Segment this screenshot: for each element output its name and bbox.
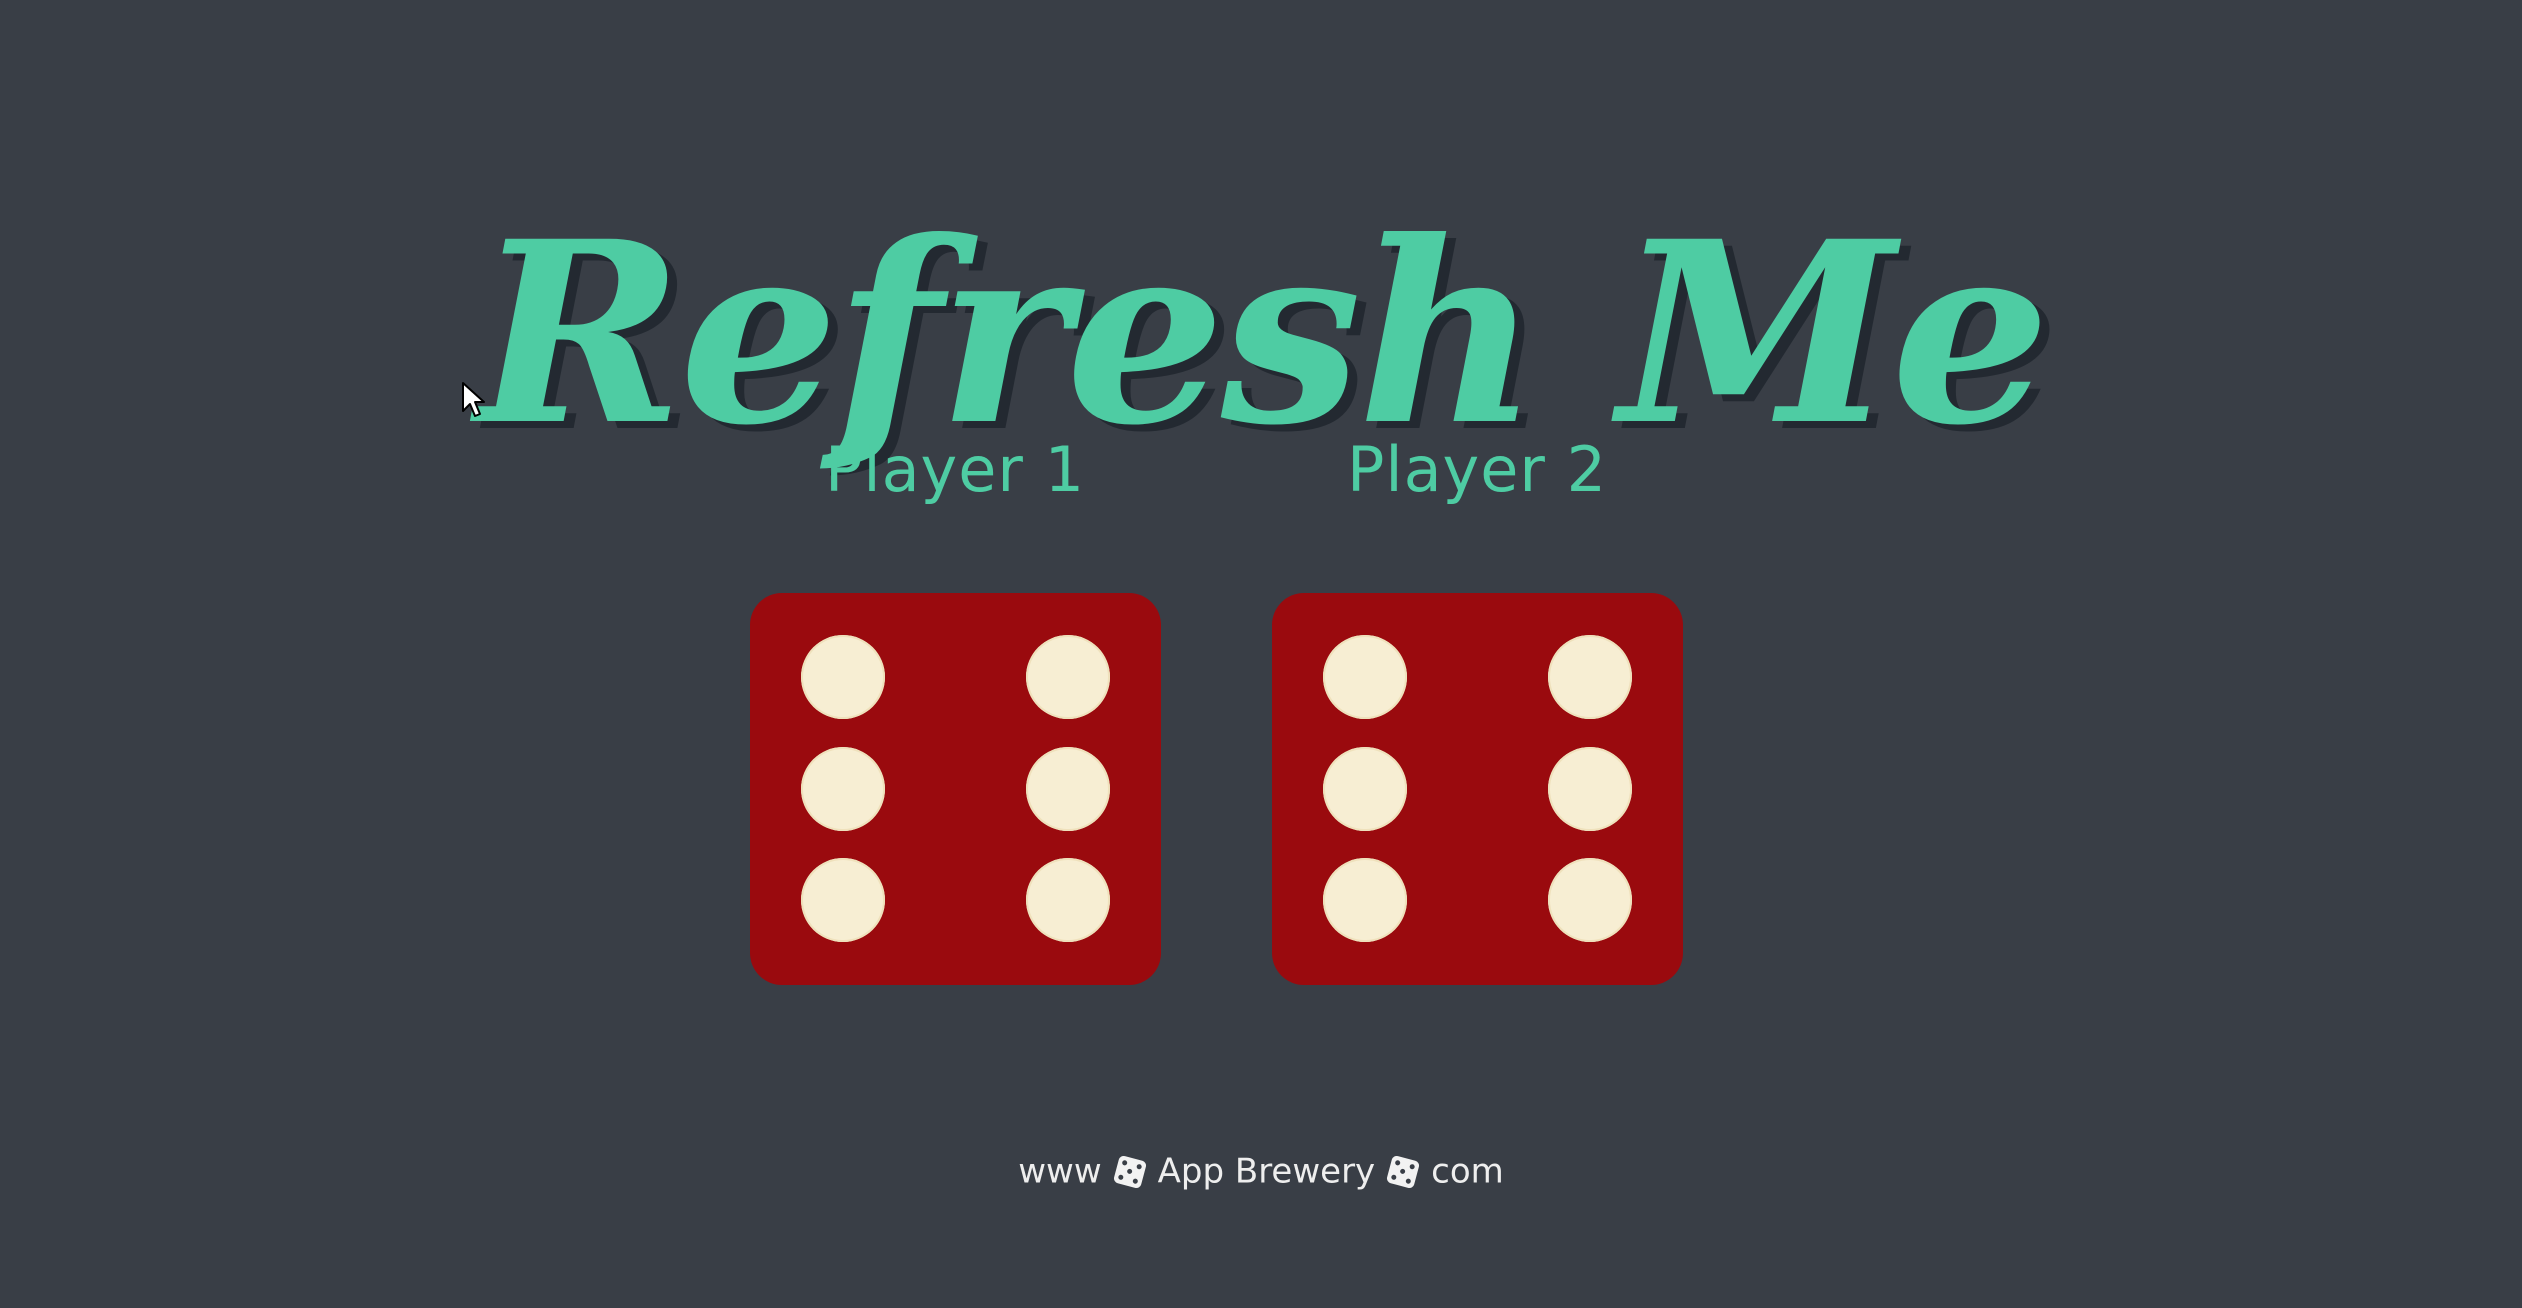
- die-pip: [1548, 858, 1632, 942]
- mouse-cursor-icon: [462, 382, 485, 417]
- player-1-label: Player 1: [824, 433, 1086, 506]
- footer-com: com: [1431, 1151, 1504, 1192]
- die-pip: [1323, 747, 1407, 831]
- player-2-die: [1272, 593, 1683, 985]
- player-2-label: Player 2: [1346, 433, 1608, 506]
- die-pip: [1548, 635, 1632, 719]
- die-pip: [801, 747, 885, 831]
- die-pip: [1323, 635, 1407, 719]
- player-1-die: [750, 593, 1161, 985]
- die-pip: [801, 858, 885, 942]
- die-pip: [1026, 858, 1110, 942]
- footer-brand: App Brewery: [1157, 1151, 1376, 1192]
- footer: www App Brewery com: [0, 1144, 2522, 1198]
- page-title: Refresh Me: [475, 185, 2050, 480]
- die-pip: [801, 635, 885, 719]
- die-pip: [1026, 635, 1110, 719]
- dice-icon: [1112, 1154, 1147, 1189]
- die-pip: [1026, 747, 1110, 831]
- footer-www: www: [1018, 1151, 1102, 1192]
- die-pip: [1548, 747, 1632, 831]
- dice-icon: [1386, 1154, 1421, 1189]
- die-pip: [1323, 858, 1407, 942]
